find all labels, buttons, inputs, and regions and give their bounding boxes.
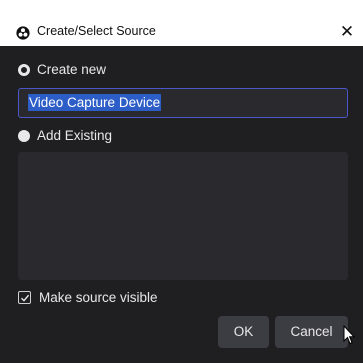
create-new-label: Create new [37, 62, 107, 77]
title-bar: Create/Select Source ✕ [0, 0, 363, 46]
close-icon[interactable]: ✕ [336, 22, 358, 44]
radio-checked-icon[interactable] [18, 63, 30, 76]
cancel-button[interactable]: Cancel [275, 316, 348, 348]
mouse-pointer-icon [343, 325, 355, 345]
add-existing-label: Add Existing [37, 128, 113, 143]
make-visible-option[interactable]: Make source visible [18, 290, 158, 305]
dialog-content: Create new Video Capture Device Add Exis… [0, 46, 363, 363]
radio-unchecked-icon[interactable] [18, 129, 30, 142]
source-name-input[interactable]: Video Capture Device [18, 88, 348, 118]
source-name-selected-text[interactable]: Video Capture Device [28, 94, 162, 111]
create-new-option[interactable]: Create new [18, 62, 106, 77]
create-select-source-dialog: Create/Select Source ✕ Create new Video … [0, 0, 363, 363]
existing-sources-list[interactable] [18, 152, 348, 280]
window-title: Create/Select Source [37, 24, 156, 38]
obs-logo-icon [16, 25, 30, 40]
make-visible-label: Make source visible [39, 290, 158, 305]
ok-button[interactable]: OK [218, 316, 269, 348]
add-existing-option[interactable]: Add Existing [18, 128, 112, 143]
checkbox-checked-icon[interactable] [18, 291, 31, 304]
